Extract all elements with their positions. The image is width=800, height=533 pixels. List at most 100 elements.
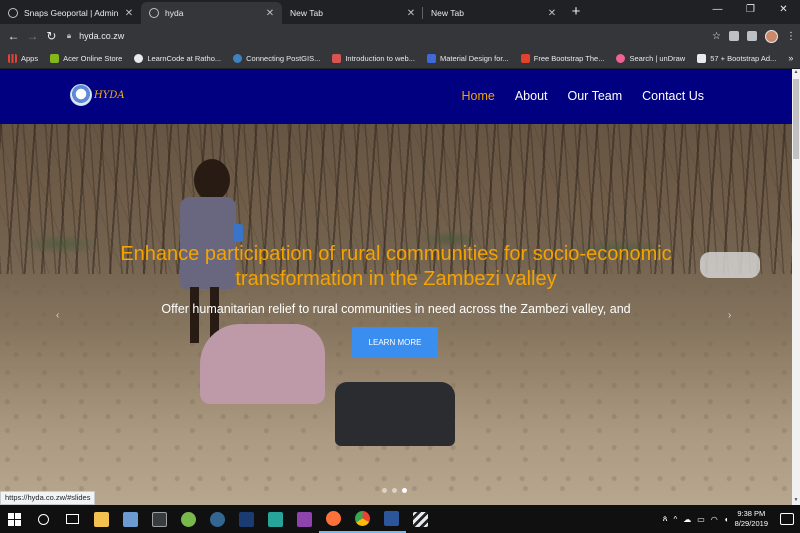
chevron-up-icon[interactable]: ^ — [673, 515, 677, 524]
bookmarks-overflow-button[interactable]: » — [788, 53, 793, 63]
tab-title: New Tab — [290, 8, 323, 18]
taskbar-app-notepad[interactable] — [116, 505, 145, 533]
slide-indicator-3[interactable] — [402, 488, 407, 493]
bookmark-acer[interactable]: Acer Online Store — [50, 53, 122, 63]
slide-indicator-1[interactable] — [382, 488, 387, 493]
reload-icon[interactable]: ↻ — [42, 29, 61, 43]
taskbar-app-photoshop[interactable] — [232, 505, 261, 533]
close-window-icon[interactable]: ✕ — [767, 0, 800, 24]
people-icon[interactable]: ጰ — [663, 514, 668, 524]
extension-square-icon[interactable] — [747, 31, 757, 41]
close-icon[interactable]: ✕ — [546, 8, 558, 19]
status-url-bubble: https://hyda.co.zw/#slides — [0, 491, 96, 505]
bookmark-intro-web[interactable]: Introduction to web... — [332, 53, 415, 63]
carousel-next-icon[interactable]: › — [728, 310, 731, 321]
learn-more-button[interactable]: LEARN MORE — [352, 327, 438, 357]
cloud-icon[interactable]: ☁ — [683, 515, 691, 524]
phpstorm-icon — [297, 511, 312, 527]
bookmark-label: Connecting PostGIS... — [246, 53, 321, 63]
task-view-icon — [66, 514, 79, 524]
wifi-icon[interactable]: ◠ — [711, 515, 718, 524]
bookmark-label: Introduction to web... — [345, 53, 415, 63]
taskbar-app-firefox[interactable] — [319, 505, 348, 533]
bookmark-undraw[interactable]: Search | unDraw — [616, 53, 685, 63]
window-controls: — ❐ ✕ — [701, 0, 800, 24]
mdb-icon — [426, 53, 436, 63]
page-scrollbar[interactable]: ▲ ▼ — [792, 69, 800, 505]
forward-icon[interactable]: → — [23, 29, 42, 43]
search-button[interactable] — [29, 505, 58, 533]
close-icon[interactable]: ✕ — [405, 8, 417, 19]
photoshop-icon — [239, 511, 254, 527]
nav-our-team[interactable]: Our Team — [568, 89, 623, 103]
minimize-icon[interactable]: — — [701, 0, 734, 24]
extension-shield-icon[interactable] — [729, 31, 739, 41]
bookmark-free-bootstrap[interactable]: Free Bootstrap The... — [520, 53, 604, 63]
taskbar-app-chrome[interactable] — [348, 505, 377, 533]
site-logo[interactable]: HYDA — [70, 84, 125, 106]
star-icon[interactable]: ☆ — [712, 31, 721, 42]
globe-icon — [134, 53, 144, 63]
word-icon — [384, 510, 399, 526]
scroll-down-icon[interactable]: ▼ — [792, 497, 800, 505]
taskbar-app-file-explorer[interactable] — [87, 505, 116, 533]
bookmarks-bar: Apps Acer Online Store LearnCode at Rath… — [0, 48, 800, 69]
lock-icon[interactable]: 🔒︎ — [67, 31, 71, 41]
tab-title: Snaps Geoportal | Admin — [24, 8, 119, 18]
back-icon[interactable]: ← — [4, 29, 23, 43]
bookmark-apps[interactable]: Apps — [8, 53, 39, 63]
qgis-icon — [181, 511, 196, 527]
apps-grid-icon — [8, 53, 17, 63]
taskbar-app-terminal[interactable] — [145, 505, 174, 533]
scroll-up-icon[interactable]: ▲ — [792, 69, 800, 77]
address-bar[interactable]: 🔒︎ hyda.co.zw — [67, 26, 712, 46]
nav-about[interactable]: About — [515, 89, 548, 103]
file-explorer-icon — [94, 511, 109, 527]
notification-center-icon[interactable] — [780, 513, 794, 525]
nav-home[interactable]: Home — [461, 89, 494, 103]
tab-new-tab-1[interactable]: New Tab ✕ — [282, 2, 423, 24]
hero-title: Enhance participation of rural communiti… — [120, 243, 672, 290]
bookmark-bootstrap-admin[interactable]: 57 + Bootstrap Ad... — [697, 53, 776, 63]
clock-time: 9:38 PM — [737, 509, 766, 518]
globe-icon — [149, 8, 159, 18]
close-icon[interactable]: ✕ — [264, 8, 276, 19]
carousel-prev-icon[interactable]: ‹ — [56, 310, 59, 321]
taskbar-app-video-editor[interactable] — [406, 505, 435, 533]
restore-icon[interactable]: ❐ — [734, 0, 767, 24]
profile-avatar[interactable] — [765, 29, 778, 43]
tab-strip: Snaps Geoportal | Admin ✕ hyda ✕ New Tab… — [0, 0, 800, 24]
taskbar-app-word[interactable] — [377, 505, 406, 533]
start-button[interactable] — [0, 505, 29, 533]
nav-contact-us[interactable]: Contact Us — [642, 89, 704, 103]
tab-snaps-geoportal[interactable]: Snaps Geoportal | Admin ✕ — [0, 2, 141, 24]
scrollbar-thumb[interactable] — [793, 79, 799, 159]
bookmark-material-design[interactable]: Material Design for... — [426, 53, 509, 63]
hero-carousel: Enhance participation of rural communiti… — [0, 124, 792, 505]
bookmark-label: Apps — [21, 53, 39, 63]
taskbar-app-qgis[interactable] — [174, 505, 203, 533]
taskbar-app-pgadmin[interactable] — [203, 505, 232, 533]
close-icon[interactable]: ✕ — [123, 8, 135, 19]
carousel-indicators — [382, 488, 407, 493]
system-clock[interactable]: 9:38 PM 8/29/2019 — [735, 509, 768, 529]
volume-icon[interactable]: ◖ — [724, 515, 729, 524]
taskbar-app-datagrip[interactable] — [261, 505, 290, 533]
tab-hyda[interactable]: hyda ✕ — [141, 2, 282, 24]
terminal-icon — [152, 511, 167, 527]
clock-date: 8/29/2019 — [734, 519, 768, 528]
battery-icon[interactable]: ▭ — [697, 515, 705, 524]
task-view-button[interactable] — [58, 505, 87, 533]
bookmark-label: LearnCode at Ratho... — [147, 53, 222, 63]
firefox-icon — [326, 510, 341, 526]
taskbar-app-phpstorm[interactable] — [290, 505, 319, 533]
bookmark-postgis[interactable]: Connecting PostGIS... — [233, 53, 321, 63]
web-page: HYDA Home About Our Team Contact Us Enha… — [0, 69, 792, 505]
new-tab-button[interactable]: + — [564, 2, 588, 24]
notepad-icon — [123, 511, 138, 527]
windows-taskbar: ጰ ^ ☁ ▭ ◠ ◖ 9:38 PM 8/29/2019 — [0, 505, 800, 533]
bookmark-learncode[interactable]: LearnCode at Ratho... — [134, 53, 222, 63]
slide-indicator-2[interactable] — [392, 488, 397, 493]
menu-icon[interactable]: ⋮ — [786, 31, 796, 42]
tab-new-tab-2[interactable]: New Tab ✕ — [423, 2, 564, 24]
